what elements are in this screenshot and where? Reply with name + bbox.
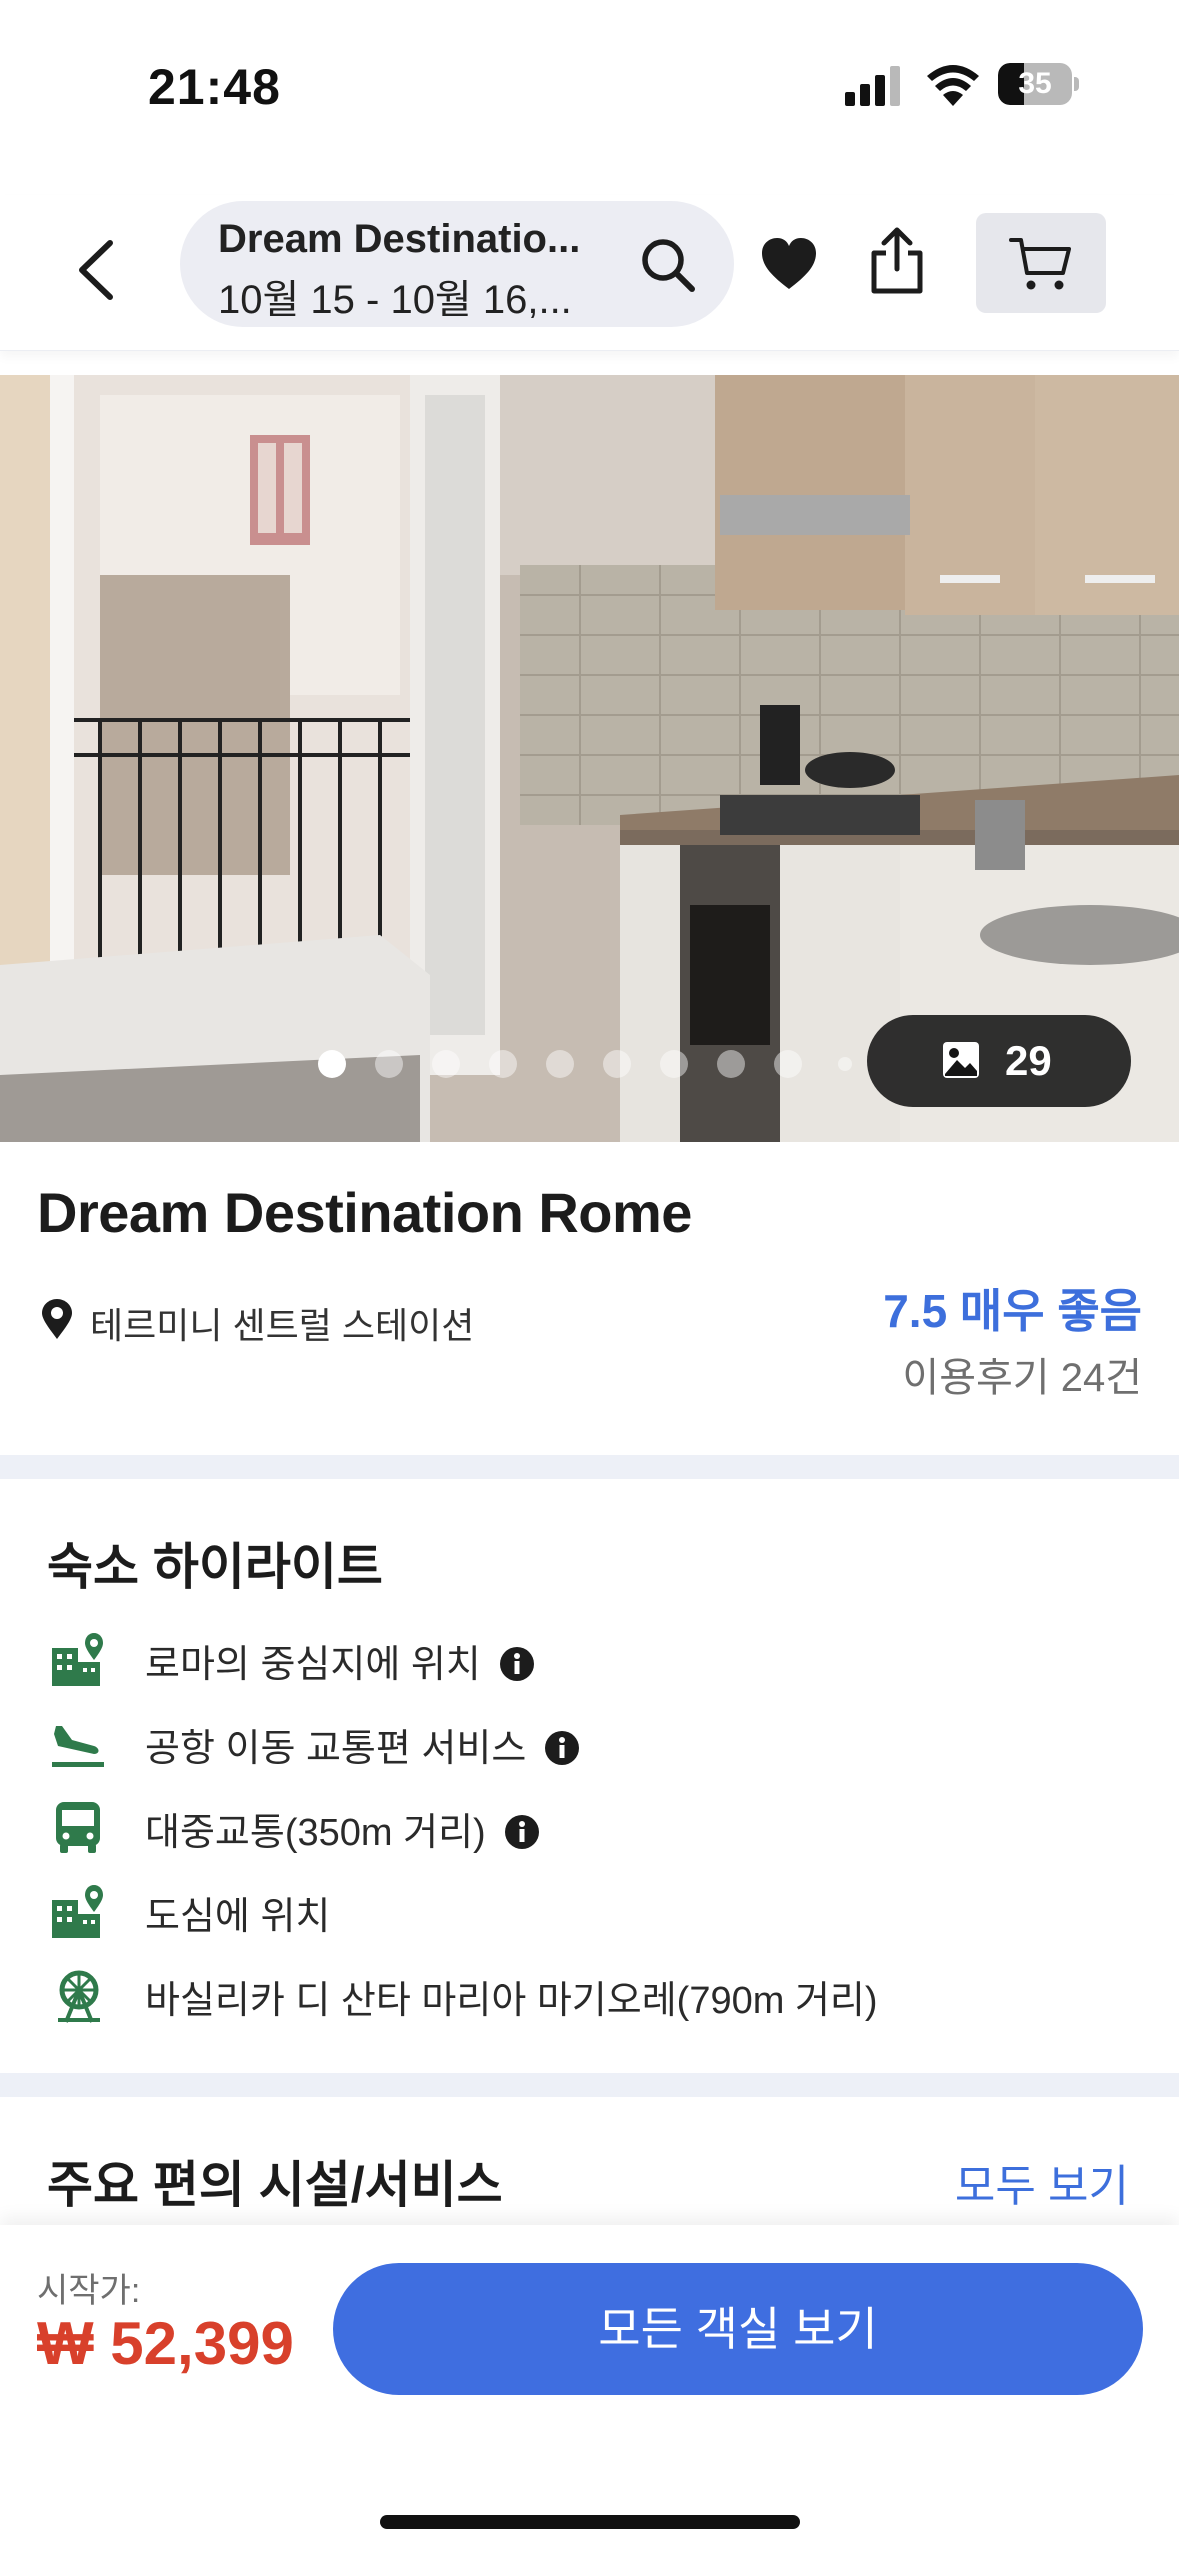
info-icon[interactable] [544,1730,580,1766]
highlight-item: 대중교통(350m 거리) [0,1796,1179,1856]
price-value: ₩ 52,399 [37,2310,294,2377]
heart-icon[interactable] [758,233,820,295]
status-bar: 21:48 35 [0,0,1179,150]
status-time: 21:48 [148,59,281,115]
highlight-item: 바실리카 디 산타 마리아 마기오레(790m 거리) [0,1964,1179,2024]
gallery-dot[interactable] [660,1050,688,1078]
share-icon[interactable] [866,225,928,295]
info-icon[interactable] [504,1814,540,1850]
search-icon[interactable] [638,235,698,295]
search-destination: Dream Destinatio... [218,217,581,261]
gallery-dot[interactable] [603,1050,631,1078]
home-indicator[interactable] [380,2515,800,2529]
highlight-label: 도심에 위치 [145,1896,331,1938]
property-name: Dream Destination Rome [37,1181,692,1244]
gallery-dot[interactable] [375,1050,403,1078]
cart-icon [1009,238,1071,290]
gallery-dot[interactable] [838,1057,852,1071]
photo-count: 29 [1005,1037,1052,1084]
gallery-dot[interactable] [717,1050,745,1078]
highlight-item: 도심에 위치 [0,1880,1179,1940]
booking-bar: 시작가: ₩ 52,399 모든 객실 보기 [0,2225,1179,2556]
section-divider [0,2073,1179,2097]
gallery-dot[interactable] [546,1050,574,1078]
highlight-item: 로마의 중심지에 위치 [0,1628,1179,1688]
property-location[interactable]: 테르미니 센트럴 스테이션 [90,1297,474,1349]
battery-indicator: 35 [998,63,1079,105]
battery-level: 35 [1018,67,1052,100]
amenities-title: 주요 편의 시설/서비스 [47,2157,503,2213]
wifi-icon [927,65,979,106]
gallery-dot[interactable] [432,1050,460,1078]
search-dates: 10월 15 - 10월 16,... [218,278,572,322]
section-divider [0,1455,1179,1479]
info-icon[interactable] [499,1646,535,1682]
plane-landing-icon [52,1726,104,1767]
gallery-dot[interactable] [489,1050,517,1078]
city-pin-icon [52,1885,103,1938]
highlight-label: 바실리카 디 산타 마리아 마기오레(790m 거리) [145,1980,878,2022]
photo-gallery[interactable]: 29 [0,375,1179,1142]
view-all-rooms-button[interactable]: 모든 객실 보기 [333,2263,1143,2395]
cart-button[interactable] [976,213,1106,313]
top-nav-bar: Dream Destinatio... 10월 15 - 10월 16,... [0,195,1179,351]
gallery-dot[interactable] [318,1050,346,1078]
search-summary-pill[interactable]: Dream Destinatio... 10월 15 - 10월 16,... [180,201,734,327]
rating-score[interactable]: 7.5 매우 좋음 [883,1275,1142,1341]
highlights-title: 숙소 하이라이트 [47,1539,383,1595]
image-icon [943,1042,979,1078]
price-label: 시작가: [37,2272,141,2310]
photo-count-button[interactable]: 29 [867,1015,1131,1107]
highlight-item: 공항 이동 교통편 서비스 [0,1712,1179,1772]
location-pin-icon [42,1299,72,1339]
cellular-signal-icon [845,66,900,106]
bus-icon [56,1802,100,1853]
review-count[interactable]: 이용후기 24건 [902,1345,1142,1403]
back-arrow-icon[interactable] [68,235,128,305]
highlight-label: 대중교통(350m 거리) [145,1812,486,1854]
ferris-wheel-icon [58,1970,100,2023]
highlight-label: 로마의 중심지에 위치 [145,1644,481,1686]
city-pin-icon [52,1633,103,1686]
gallery-page-indicator [318,1050,858,1080]
highlight-label: 공항 이동 교통편 서비스 [145,1728,527,1770]
gallery-dot[interactable] [774,1050,802,1078]
see-all-link[interactable]: 모두 보기 [955,2150,1129,2214]
